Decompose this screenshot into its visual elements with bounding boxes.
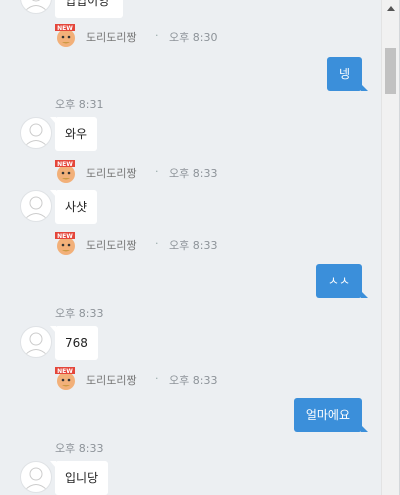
emoticon-icon: NEW [55,24,75,47]
message-bubble-in[interactable]: 768 [50,326,98,360]
reaction-name: 도리도리짱 [86,31,137,44]
avatar[interactable] [20,190,52,222]
avatar[interactable] [20,461,52,493]
reaction-separator: · [155,165,159,178]
message-bubble-in[interactable]: 입입이잉 [55,0,123,18]
message-bubble-in[interactable]: 와우 [49,117,98,151]
avatar[interactable] [20,326,52,358]
reaction-separator: · [155,29,159,42]
reaction-time: 오후 8:30 [169,31,218,44]
message-bubble-in[interactable]: 입니당 [49,461,109,495]
svg-text:NEW: NEW [57,161,73,168]
reaction-time: 오후 8:33 [169,167,218,180]
avatar[interactable] [20,117,52,149]
svg-text:NEW: NEW [57,25,73,32]
reaction-name: 도리도리짱 [86,239,137,252]
message-time: 오후 8:33 [55,307,104,320]
reaction-name: 도리도리짱 [86,167,137,180]
emoticon-icon: NEW [55,367,75,390]
message-bubble-out[interactable]: 얼마에요 [293,398,369,432]
message-bubble-out[interactable]: 넹 [326,57,369,91]
reaction-separator: · [155,372,159,385]
scrollbar[interactable] [381,0,399,495]
reaction-time: 오후 8:33 [169,374,218,387]
message-bubble-out[interactable]: ㅅㅅ [315,264,369,298]
message-bubble-in[interactable]: 사샷 [49,190,98,224]
chat-window: 입입이잉 NEW 도리도리짱 · 오후 8:30 넹 오후 8:31 와우 NE… [0,0,400,495]
emoticon-icon: NEW [55,232,75,255]
emoticon-icon: NEW [55,160,75,183]
reaction-time: 오후 8:33 [169,239,218,252]
avatar[interactable] [20,0,52,14]
message-time: 오후 8:31 [55,98,104,111]
chat-area[interactable]: 입입이잉 NEW 도리도리짱 · 오후 8:30 넹 오후 8:31 와우 NE… [0,0,382,495]
reaction-separator: · [155,237,159,250]
scrollbar-thumb[interactable] [385,48,396,94]
svg-text:NEW: NEW [57,368,73,375]
svg-text:NEW: NEW [57,233,73,240]
message-time: 오후 8:33 [55,442,104,455]
reaction-name: 도리도리짱 [86,374,137,387]
scroll-up-arrow-icon[interactable] [382,0,399,17]
